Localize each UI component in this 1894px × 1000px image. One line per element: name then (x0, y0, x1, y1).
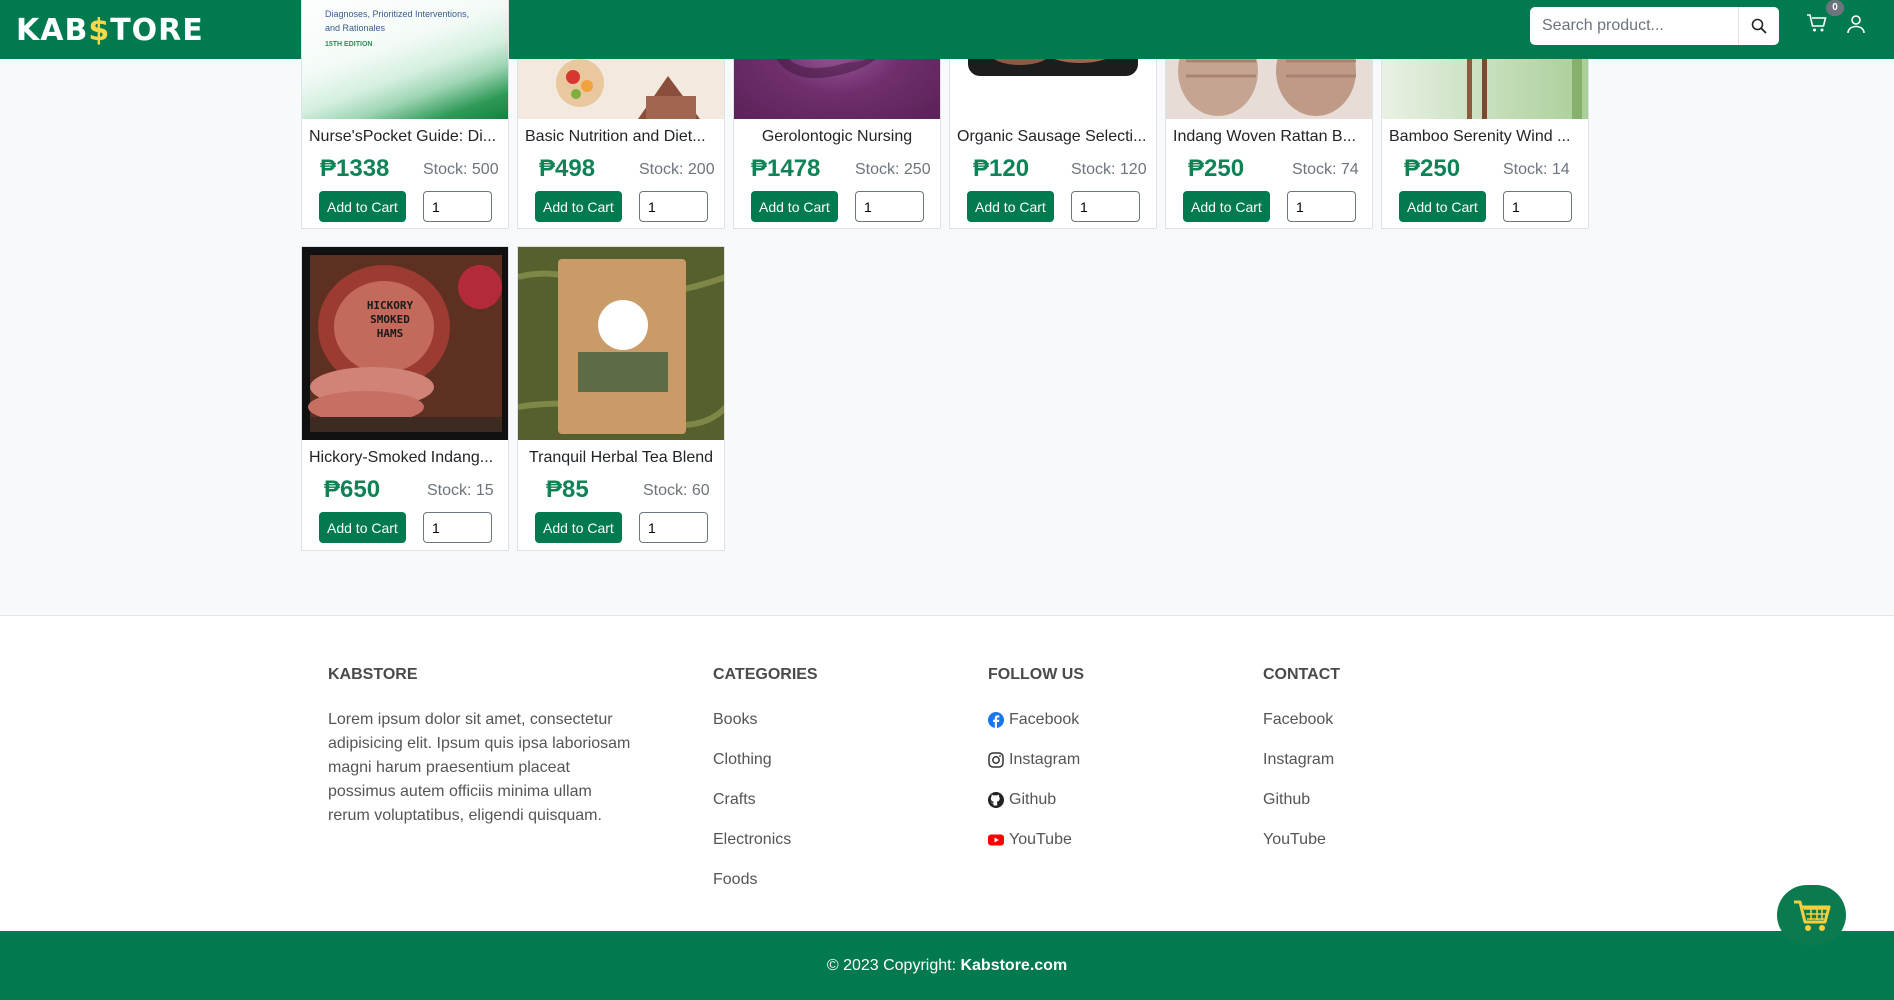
youtube-icon (988, 834, 1004, 846)
footer-category-link[interactable]: Foods (713, 871, 757, 889)
footer-about-heading: KABSTORE (328, 666, 418, 683)
product-price: ₱250 (1188, 155, 1245, 182)
floating-cart-button[interactable] (1777, 885, 1846, 945)
quantity-input[interactable] (423, 512, 492, 543)
add-to-cart-button[interactable]: Add to Cart (1399, 191, 1486, 222)
follow-facebook-link[interactable]: Facebook (988, 711, 1079, 729)
footer-contact-heading: CONTACT (1263, 666, 1341, 683)
cart-icon[interactable] (1806, 12, 1828, 34)
contact-link[interactable]: Facebook (1263, 711, 1333, 729)
ham-label: HAMS (377, 327, 404, 340)
contact-link[interactable]: YouTube (1263, 831, 1326, 849)
footer-category-link[interactable]: Crafts (713, 791, 756, 809)
product-image[interactable] (518, 247, 724, 440)
footer-category-link[interactable]: Clothing (713, 751, 772, 769)
product-price: ₱1478 (751, 155, 821, 182)
product-card: Bamboo Serenity Wind ... ₱250 Stock: 14 … (1381, 40, 1589, 229)
add-to-cart-button[interactable]: Add to Cart (967, 191, 1054, 222)
add-to-cart-button[interactable]: Add to Cart (1183, 191, 1270, 222)
product-card: HICKORY SMOKED HAMS Hickory-Smoked Indan… (301, 246, 509, 551)
product-price: ₱498 (539, 155, 596, 182)
footer-follow-heading: FOLLOW US (988, 666, 1084, 683)
instagram-icon (988, 752, 1004, 768)
copyright-text: © 2023 Copyright: (826, 957, 961, 974)
product-stock: Stock: 74 (1292, 161, 1359, 178)
product-price: ₱650 (324, 476, 381, 503)
ham-label: HICKORY (367, 299, 414, 312)
brand-logo[interactable]: KAB$TORE (16, 13, 204, 48)
search-icon (1751, 18, 1767, 34)
add-to-cart-button[interactable]: Add to Cart (535, 512, 622, 543)
quantity-input[interactable] (639, 191, 708, 222)
product-card: Gerolontogic Nursing ₱1478 Stock: 250 Ad… (733, 40, 941, 229)
book-cover-text: Diagnoses, Prioritized Interventions, an… (325, 9, 470, 48)
add-to-cart-button[interactable]: Add to Cart (319, 512, 406, 543)
cart-count-badge: 0 (1826, 0, 1844, 16)
ham-label: SMOKED (370, 313, 410, 326)
product-stock: Stock: 14 (1503, 161, 1570, 178)
product-card: Tranquil Herbal Tea Blend ₱85 Stock: 60 … (517, 246, 725, 551)
quantity-input[interactable] (1503, 191, 1572, 222)
search-button[interactable] (1738, 7, 1779, 45)
navbar: KAB$TORE 0 (0, 0, 1894, 59)
footer-about-text: Lorem ipsum dolor sit amet, consectetur … (328, 711, 631, 824)
search-input[interactable] (1530, 7, 1738, 45)
footer-categories-heading: CATEGORIES (713, 666, 818, 683)
footer: KABSTORE Lorem ipsum dolor sit amet, con… (0, 615, 1894, 931)
product-stock: Stock: 15 (427, 482, 494, 499)
follow-github-link[interactable]: Github (988, 791, 1056, 809)
contact-link[interactable]: Github (1263, 791, 1310, 809)
quantity-input[interactable] (1287, 191, 1356, 222)
ham-photo: HICKORY SMOKED HAMS (308, 255, 502, 432)
quantity-input[interactable] (855, 191, 924, 222)
product-card: Basic Nutrition and Diet... ₱498 Stock: … (517, 40, 725, 229)
tea-photo (518, 247, 724, 440)
footer-category-link[interactable]: Electronics (713, 831, 791, 849)
copyright-bar: © 2023 Copyright: Kabstore.com (0, 931, 1894, 1000)
product-stock: Stock: 500 (423, 161, 499, 178)
copyright-site-link[interactable]: Kabstore.com (960, 957, 1067, 974)
product-price: ₱85 (546, 476, 589, 503)
user-icon[interactable] (1846, 14, 1866, 34)
add-to-cart-button[interactable]: Add to Cart (535, 191, 622, 222)
facebook-icon (988, 712, 1004, 728)
quantity-input[interactable] (1071, 191, 1140, 222)
product-price: ₱250 (1404, 155, 1461, 182)
product-card: Diagnoses, Prioritized Interventions, an… (301, 0, 509, 229)
search-group (1530, 7, 1779, 45)
product-card: Indang Woven Rattan B... ₱250 Stock: 74 … (1165, 40, 1373, 229)
footer-category-link[interactable]: Books (713, 711, 757, 729)
product-title[interactable]: Gerolontogic Nursing (741, 128, 933, 146)
product-title[interactable]: Bamboo Serenity Wind ... (1389, 128, 1581, 146)
follow-youtube-link[interactable]: YouTube (988, 831, 1072, 849)
add-to-cart-button[interactable]: Add to Cart (751, 191, 838, 222)
product-stock: Stock: 120 (1071, 161, 1147, 178)
product-title[interactable]: Tranquil Herbal Tea Blend (525, 449, 717, 467)
contact-link[interactable]: Instagram (1263, 751, 1334, 769)
product-card: Organic Sausage Selecti... ₱120 Stock: 1… (949, 40, 1157, 229)
add-to-cart-button[interactable]: Add to Cart (319, 191, 406, 222)
product-price: ₱1338 (320, 155, 390, 182)
product-image[interactable]: HICKORY SMOKED HAMS (302, 247, 508, 440)
product-title[interactable]: Basic Nutrition and Diet... (525, 128, 717, 146)
quantity-input[interactable] (423, 191, 492, 222)
shopping-cart-icon (1793, 900, 1830, 931)
product-title[interactable]: Nurse'sPocket Guide: Di... (309, 128, 501, 146)
product-title[interactable]: Indang Woven Rattan B... (1173, 128, 1365, 146)
product-title[interactable]: Organic Sausage Selecti... (957, 128, 1149, 146)
github-icon (988, 792, 1004, 808)
quantity-input[interactable] (639, 512, 708, 543)
product-image[interactable]: Diagnoses, Prioritized Interventions, an… (302, 0, 508, 119)
product-stock: Stock: 200 (639, 161, 715, 178)
product-stock: Stock: 60 (643, 482, 710, 499)
follow-instagram-link[interactable]: Instagram (988, 751, 1080, 769)
product-price: ₱120 (973, 155, 1030, 182)
product-title[interactable]: Hickory-Smoked Indang... (309, 449, 501, 467)
product-stock: Stock: 250 (855, 161, 931, 178)
